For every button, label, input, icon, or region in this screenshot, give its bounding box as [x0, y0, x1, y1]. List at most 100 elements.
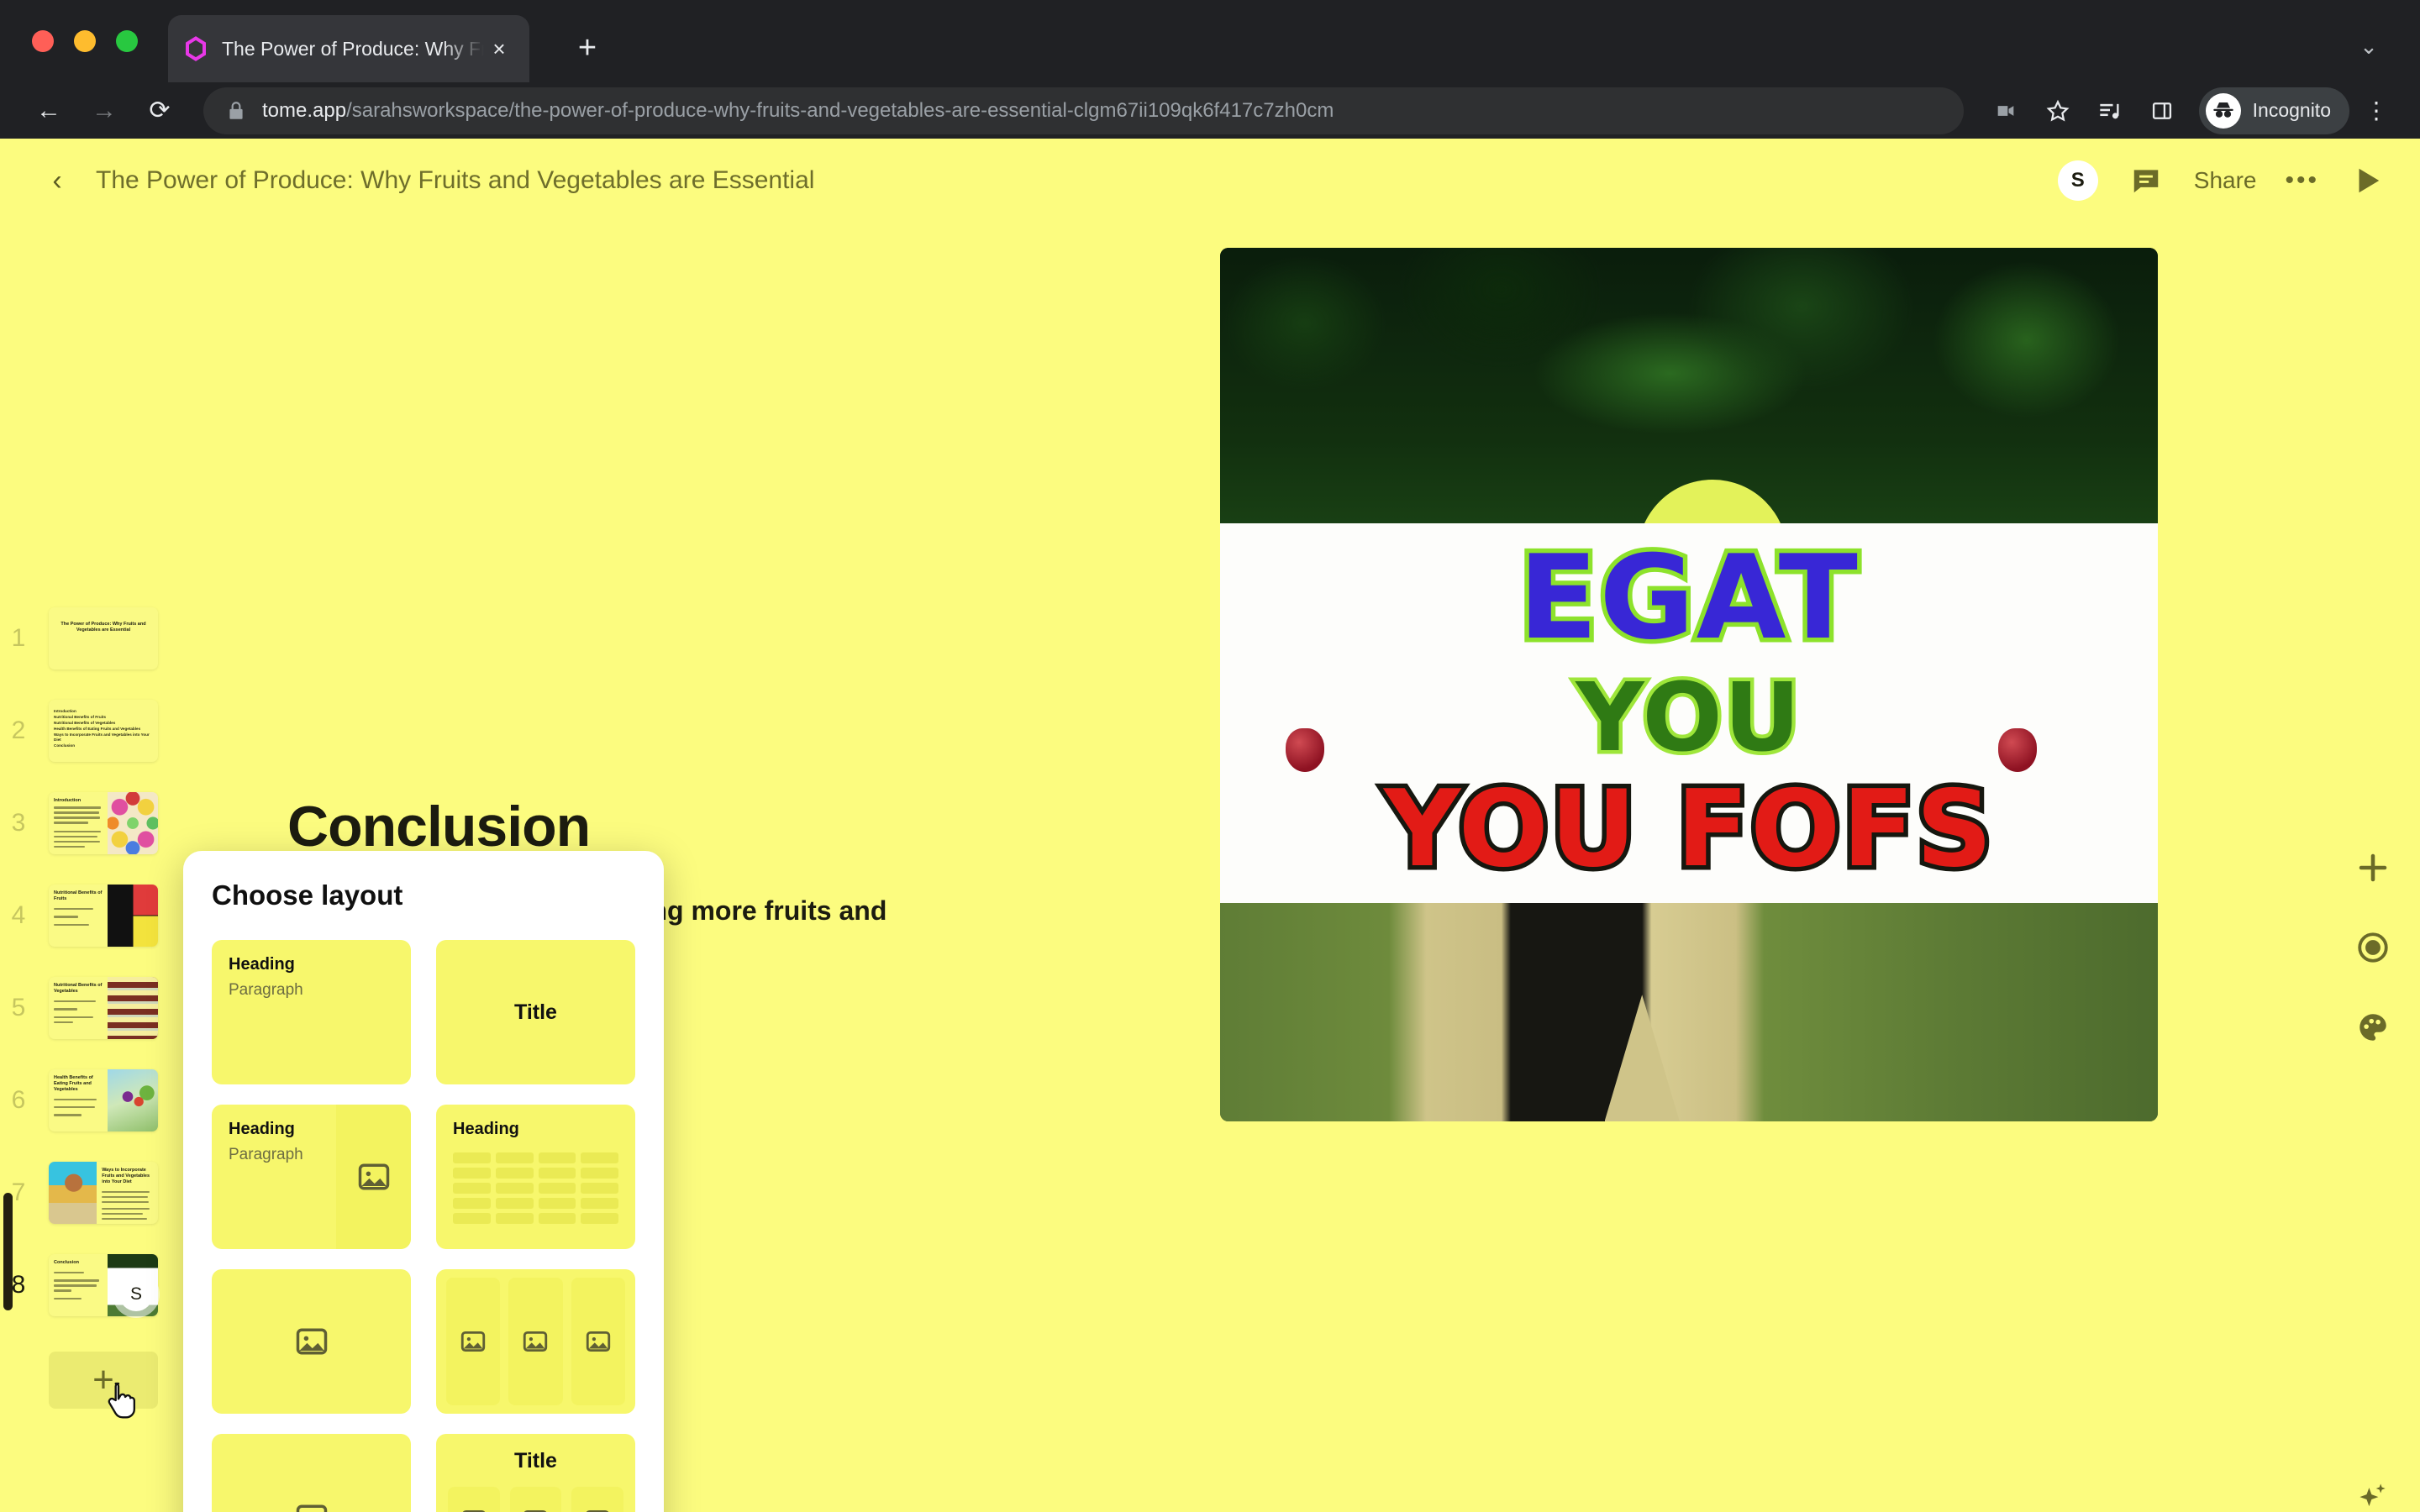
layout-image-slot: [508, 1278, 563, 1405]
bullet: Introduction: [54, 709, 76, 713]
new-tab-button[interactable]: +: [565, 25, 610, 71]
url-path: /sarahsworkspace/the-power-of-produce-wh…: [346, 98, 1334, 122]
thumbnail-image: [49, 1162, 97, 1224]
back-button[interactable]: ←: [25, 87, 72, 134]
thumbnail-preview[interactable]: Nutritional Benefits of Vegetables: [49, 977, 158, 1039]
profile-incognito-button[interactable]: Incognito: [2198, 87, 2349, 134]
browser-menu-button[interactable]: ⋮: [2358, 98, 2395, 123]
add-icon[interactable]: [2349, 844, 2396, 891]
layout-options-grid: Heading Paragraph Title Heading Paragrap…: [212, 940, 635, 1512]
reading-list-icon[interactable]: [2088, 89, 2132, 133]
more-options-button[interactable]: •••: [2285, 168, 2319, 193]
app-back-button[interactable]: ‹: [34, 157, 81, 204]
thumbnail-preview[interactable]: Health Benefits of Eating Fruits and Veg…: [49, 1069, 158, 1131]
slide-thumbnail-8[interactable]: 8 Conclusion S: [0, 1239, 187, 1331]
slide-rail[interactable]: 1 The Power of Produce: Why Fruits and V…: [0, 223, 187, 1512]
tool-rail: [2328, 223, 2420, 1512]
close-window-button[interactable]: [32, 30, 54, 52]
title-only-layout[interactable]: Title: [436, 940, 635, 1084]
thumbnail-text: The Power of Produce: Why Fruits and Veg…: [49, 607, 158, 669]
layout-image-slot: [229, 1449, 394, 1512]
browser-tab[interactable]: The Power of Produce: Why Fruits and Veg…: [168, 15, 529, 82]
thumbnail-preview[interactable]: Nutritional Benefits of Fruits: [49, 885, 158, 947]
tome-app: ‹ The Power of Produce: Why Fruits and V…: [0, 139, 2420, 1512]
thumbnail-title: The Power of Produce: Why Fruits and Veg…: [60, 622, 146, 633]
layout-heading-label: Heading: [229, 1120, 295, 1138]
layout-image-row: [446, 1278, 625, 1405]
comment-icon[interactable]: [2127, 161, 2165, 200]
sparkle-icon[interactable]: [2349, 1474, 2396, 1512]
camera-icon[interactable]: [1984, 89, 2028, 133]
full-image-layout[interactable]: [212, 1269, 411, 1414]
thumbnail-title: Nutritional Benefits of Vegetables: [54, 983, 103, 994]
side-panel-icon[interactable]: [2140, 89, 2184, 133]
image-placeholder-icon: [583, 1506, 612, 1512]
app-header: ‹ The Power of Produce: Why Fruits and V…: [0, 139, 2420, 223]
layout-heading-label: Heading: [453, 1120, 519, 1138]
play-icon[interactable]: [2348, 161, 2386, 200]
window-controls[interactable]: [32, 30, 138, 52]
thumbnail-preview[interactable]: Introduction: [49, 792, 158, 854]
image-two-column-layout[interactable]: Heading Paragraph Heading Paragraph: [212, 1434, 411, 1512]
layout-image-grid: [448, 1487, 623, 1512]
address-bar[interactable]: tome.app/sarahsworkspace/the-power-of-pr…: [203, 87, 1964, 134]
heading-paragraph-layout[interactable]: Heading Paragraph: [212, 940, 411, 1084]
chevron-down-icon[interactable]: ⌄: [2346, 24, 2391, 69]
app-header-actions: S Share •••: [2057, 160, 2386, 201]
thumbnail-text: Nutritional Benefits of Vegetables: [49, 977, 108, 1039]
thumbnail-text: Conclusion: [49, 1254, 108, 1316]
avatar[interactable]: S: [2057, 160, 2098, 201]
layout-text-block: Heading Paragraph: [229, 1120, 336, 1234]
slide-number: 1: [11, 624, 26, 652]
heading-paragraph-image-layout[interactable]: Heading Paragraph: [212, 1105, 411, 1249]
thumbnail-text: Introduction Nutritional Benefits of Fru…: [49, 700, 158, 762]
thumbnail-preview[interactable]: The Power of Produce: Why Fruits and Veg…: [49, 607, 158, 669]
layout-text-block: Heading Paragraph: [229, 955, 394, 1069]
palette-icon[interactable]: [2349, 1004, 2396, 1051]
reload-button[interactable]: ⟳: [136, 87, 183, 134]
slide-number: 8: [11, 1271, 26, 1299]
page-title[interactable]: The Power of Produce: Why Fruits and Veg…: [96, 166, 814, 195]
bullet: Nutritional Benefits of Fruits: [54, 714, 107, 719]
slide-thumbnail-1[interactable]: 1 The Power of Produce: Why Fruits and V…: [0, 592, 187, 685]
bullet: Nutritional Benefits of Vegetables: [54, 720, 116, 725]
maximize-window-button[interactable]: [116, 30, 138, 52]
image-placeholder-icon: [521, 1506, 550, 1512]
slide-heading[interactable]: Conclusion: [287, 794, 591, 859]
heading-table-layout[interactable]: Heading: [436, 1105, 635, 1249]
sign-line-2: YOU: [1572, 664, 1804, 774]
slide-thumbnail-2[interactable]: 2 Introduction Nutritional Benefits of F…: [0, 685, 187, 777]
thumbnail-image: [108, 977, 158, 1039]
thumbnail-preview[interactable]: Ways to Incorporate Fruits and Vegetable…: [49, 1162, 158, 1224]
close-tab-button[interactable]: ×: [484, 34, 514, 64]
record-icon[interactable]: [2349, 924, 2396, 971]
slide-number: 6: [11, 1086, 26, 1114]
thumbnail-text: Ways to Incorporate Fruits and Vegetable…: [97, 1162, 158, 1224]
browser-tab-title: The Power of Produce: Why Fruits and Veg…: [222, 37, 484, 60]
layout-paragraph-label: Paragraph: [229, 1146, 303, 1163]
share-button[interactable]: Share: [2194, 167, 2257, 194]
image-placeholder-icon: [355, 1158, 392, 1195]
slide-thumbnail-5[interactable]: 5 Nutritional Benefits of Vegetables: [0, 962, 187, 1054]
thumbnail-preview[interactable]: Introduction Nutritional Benefits of Fru…: [49, 700, 158, 762]
thumbnail-bullets: Introduction Nutritional Benefits of Fru…: [54, 709, 153, 749]
presence-avatar[interactable]: S: [119, 1278, 153, 1311]
bullet: Conclusion: [54, 743, 76, 748]
choose-layout-popover[interactable]: Choose layout Heading Paragraph Title He…: [183, 851, 664, 1512]
title-six-image-layout[interactable]: Title: [436, 1434, 635, 1512]
forward-button[interactable]: →: [81, 87, 128, 134]
add-slide-button[interactable]: +: [49, 1352, 158, 1419]
sign-line-3: YOU FOFS: [1379, 767, 1996, 891]
thumbnail-image: [108, 885, 158, 947]
slide-thumbnail-6[interactable]: 6 Health Benefits of Eating Fruits and V…: [0, 1054, 187, 1147]
bookmark-star-icon[interactable]: [2036, 89, 2080, 133]
minimize-window-button[interactable]: [74, 30, 96, 52]
slide-thumbnail-4[interactable]: 4 Nutritional Benefits of Fruits: [0, 869, 187, 962]
slide-thumbnail-7[interactable]: 7 Ways to Incorporate Fruits and Vegetab…: [0, 1147, 187, 1239]
thumbnail-text: Nutritional Benefits of Fruits: [49, 885, 108, 947]
slide-image[interactable]: EGAT YOU YOU FOFS: [1220, 248, 2158, 1121]
slide-number: 5: [11, 994, 26, 1021]
thumbnail-title: Conclusion: [54, 1260, 79, 1265]
slide-thumbnail-3[interactable]: 3 Introduction: [0, 777, 187, 869]
three-images-layout[interactable]: [436, 1269, 635, 1414]
